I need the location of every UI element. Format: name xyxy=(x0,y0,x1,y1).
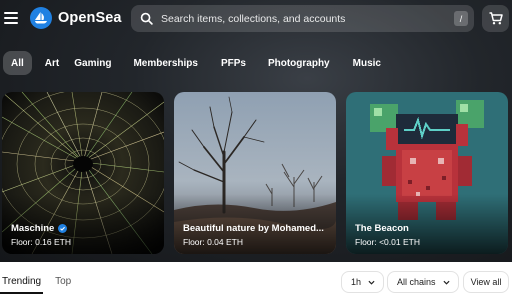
category-pfps[interactable]: PFPs xyxy=(221,51,246,75)
brand-name: OpenSea xyxy=(58,10,122,26)
card-title: Maschine xyxy=(11,223,68,234)
cart-icon xyxy=(489,12,503,25)
time-range-value: 1h xyxy=(351,277,362,287)
menu-button[interactable] xyxy=(4,9,20,27)
category-memberships[interactable]: Memberships xyxy=(133,51,197,75)
category-bar: All Art Gaming Memberships PFPs Photogra… xyxy=(0,51,381,75)
chevron-down-icon xyxy=(368,280,375,285)
category-music[interactable]: Music xyxy=(353,51,381,75)
category-gaming[interactable]: Gaming xyxy=(74,51,111,75)
card-floor-price: Floor: 0.16 ETH xyxy=(11,237,71,247)
collection-card-beautiful-nature[interactable]: Beautiful nature by Mohamed... Floor: 0.… xyxy=(174,92,336,254)
verified-badge-icon xyxy=(58,224,68,233)
ranking-tabs: Trending Top xyxy=(0,274,73,294)
collection-card-maschine[interactable]: Maschine Floor: 0.16 ETH xyxy=(2,92,164,254)
card-floor-price: Floor: 0.04 ETH xyxy=(183,237,243,247)
top-nav: OpenSea / xyxy=(0,0,512,38)
collection-card-the-beacon[interactable]: The Beacon Floor: <0.01 ETH xyxy=(346,92,508,254)
opensea-ship-icon xyxy=(30,7,52,29)
search-icon xyxy=(140,12,153,25)
chain-value: All chains xyxy=(397,277,436,287)
search-bar[interactable]: / xyxy=(131,5,474,32)
search-shortcut-key: / xyxy=(454,11,468,26)
card-floor-price: Floor: <0.01 ETH xyxy=(355,237,420,247)
category-all[interactable]: All xyxy=(3,51,32,75)
card-title: The Beacon xyxy=(355,223,409,234)
card-title: Beautiful nature by Mohamed... xyxy=(183,223,324,234)
chevron-down-icon xyxy=(443,280,450,285)
chain-dropdown[interactable]: All chains xyxy=(387,271,459,293)
view-all-button[interactable]: View all xyxy=(463,271,509,293)
tab-top[interactable]: Top xyxy=(53,274,73,294)
search-input[interactable] xyxy=(161,12,451,25)
hamburger-icon xyxy=(4,12,18,14)
category-art[interactable]: Art xyxy=(45,51,59,75)
opensea-logo[interactable]: OpenSea xyxy=(30,7,122,29)
time-range-dropdown[interactable]: 1h xyxy=(341,271,384,293)
cart-button[interactable] xyxy=(482,5,509,32)
tab-trending[interactable]: Trending xyxy=(0,274,44,294)
category-photography[interactable]: Photography xyxy=(268,51,330,75)
